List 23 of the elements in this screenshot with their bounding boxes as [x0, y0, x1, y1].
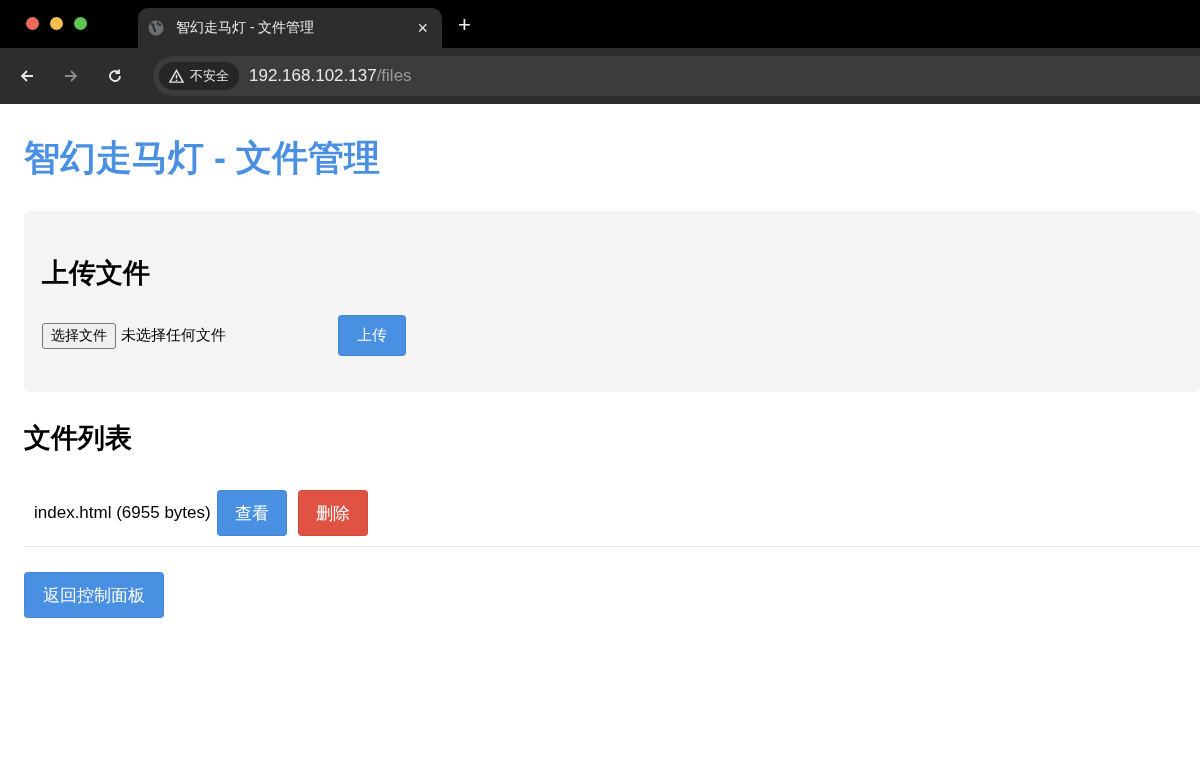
reload-icon[interactable] [107, 68, 123, 84]
file-status: 未选择任何文件 [121, 326, 227, 345]
delete-button[interactable]: 删除 [297, 490, 368, 536]
close-tab-button[interactable]: × [417, 17, 428, 39]
browser-tab[interactable]: 智幻走马灯 - 文件管理 × [138, 8, 442, 48]
file-name: index.html (6955 bytes) [34, 503, 211, 523]
zoom-window-icon[interactable] [74, 17, 87, 30]
globe-icon [148, 20, 164, 36]
choose-file-button[interactable]: 选择文件 [42, 322, 116, 349]
security-chip[interactable]: 不安全 [159, 62, 239, 90]
forward-icon[interactable] [63, 68, 79, 84]
minimize-window-icon[interactable] [50, 17, 63, 30]
warning-icon [169, 68, 184, 84]
new-tab-button[interactable]: + [458, 12, 471, 38]
address-bar[interactable]: 不安全 192.168.102.137/files [153, 56, 1200, 96]
url-path: /files [376, 66, 412, 86]
security-label: 不安全 [190, 67, 229, 85]
url-host: 192.168.102.137 [249, 66, 377, 86]
close-window-icon[interactable] [26, 17, 39, 30]
back-icon[interactable] [19, 68, 35, 84]
page-title: 智幻走马灯 - 文件管理 [24, 136, 381, 180]
upload-heading: 上传文件 [42, 257, 151, 290]
file-list-heading: 文件列表 [24, 422, 133, 455]
